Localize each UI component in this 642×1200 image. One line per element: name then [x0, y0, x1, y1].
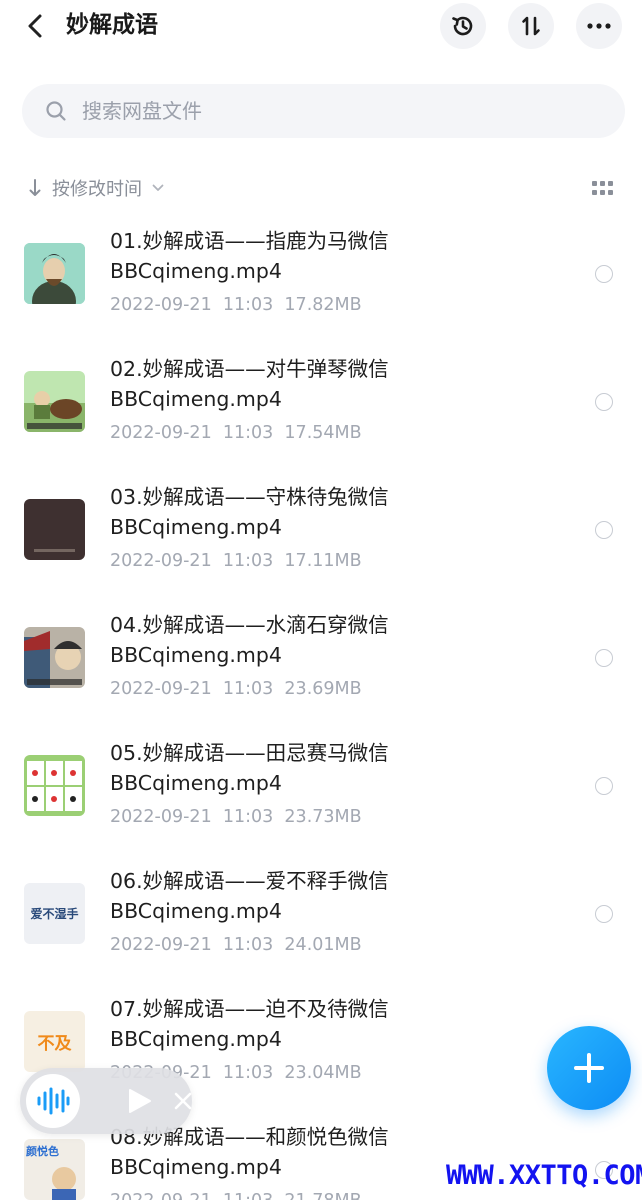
file-name: 05.妙解成语——田忌赛马微信 BBCqimeng.mp4 [110, 741, 389, 795]
select-radio[interactable] [595, 521, 613, 539]
file-meta: 2022-09-21 11:03 17.82MB [110, 295, 362, 315]
back-button[interactable] [22, 10, 50, 42]
file-meta: 2022-09-21 11:03 21.78MB [110, 1188, 362, 1200]
sort-button[interactable] [508, 3, 554, 49]
search-input[interactable] [82, 99, 582, 123]
search-icon [46, 101, 66, 121]
sort-dropdown[interactable]: 按修改时间 [28, 174, 164, 202]
plus-icon [574, 1053, 604, 1083]
play-icon[interactable] [124, 1088, 154, 1114]
file-meta: 2022-09-21 11:03 23.73MB [110, 807, 362, 827]
video-thumbnail [24, 627, 85, 688]
file-meta: 2022-09-21 11:03 24.01MB [110, 935, 362, 955]
file-name: 03.妙解成语——守株待兔微信 BBCqimeng.mp4 [110, 485, 389, 539]
file-name: 07.妙解成语——迫不及待微信 BBCqimeng.mp4 [110, 997, 389, 1051]
select-radio[interactable] [595, 265, 613, 283]
video-thumbnail [24, 371, 85, 432]
thumbnail-caption: 爱不湿手 [30, 907, 79, 921]
audio-wave-button[interactable] [26, 1074, 80, 1128]
video-thumbnail [24, 243, 85, 304]
arrow-down-icon [29, 179, 41, 196]
page-title: 妙解成语 [66, 12, 158, 38]
audio-wave-icon [37, 1087, 70, 1115]
grid-view-icon [592, 181, 613, 195]
thumbnail-caption: 不及 [37, 1034, 72, 1054]
file-meta: 2022-09-21 11:03 17.11MB [110, 551, 362, 571]
sort-label: 按修改时间 [52, 179, 142, 200]
add-button[interactable] [547, 1026, 631, 1110]
file-row[interactable]: 04.妙解成语——水滴石穿微信 BBCqimeng.mp4 2022-09-21 … [0, 596, 642, 724]
file-name: 01.妙解成语——指鹿为马微信 BBCqimeng.mp4 [110, 229, 389, 283]
search-bar[interactable] [22, 84, 625, 138]
more-button[interactable] [576, 3, 622, 49]
file-row[interactable]: 05.妙解成语——田忌赛马微信 BBCqimeng.mp4 2022-09-21 … [0, 724, 642, 852]
sort-arrows-icon [522, 16, 540, 36]
file-row[interactable]: 01.妙解成语——指鹿为马微信 BBCqimeng.mp4 2022-09-21 … [0, 212, 642, 340]
history-clock-icon [452, 16, 473, 36]
more-dots-icon [587, 23, 611, 29]
watermark-text: WWW.XXTTQ.COM [446, 1160, 642, 1191]
video-thumbnail [24, 755, 85, 816]
file-row[interactable]: 02.妙解成语——对牛弹琴微信 BBCqimeng.mp4 2022-09-21 … [0, 340, 642, 468]
history-button[interactable] [440, 3, 486, 49]
file-row[interactable]: 03.妙解成语——守株待兔微信 BBCqimeng.mp4 2022-09-21 … [0, 468, 642, 596]
video-thumbnail: 爱不湿手 [24, 883, 85, 944]
chevron-left-icon [28, 14, 42, 38]
file-name: 06.妙解成语——爱不释手微信 BBCqimeng.mp4 [110, 869, 389, 923]
chevron-down-icon [152, 184, 164, 191]
file-name: 04.妙解成语——水滴石穿微信 BBCqimeng.mp4 [110, 613, 389, 667]
select-radio[interactable] [595, 905, 613, 923]
select-radio[interactable] [595, 777, 613, 795]
video-thumbnail [24, 499, 85, 560]
file-meta: 2022-09-21 11:03 23.69MB [110, 679, 362, 699]
top-bar: 妙解成语 [0, 0, 642, 52]
file-row[interactable]: 爱不湿手 06.妙解成语——爱不释手微信 BBCqimeng.mp4 2022-0… [0, 852, 642, 980]
file-meta: 2022-09-21 11:03 17.54MB [110, 423, 362, 443]
video-thumbnail: 颜悦色 [24, 1139, 85, 1200]
close-icon[interactable] [172, 1090, 194, 1112]
select-radio[interactable] [595, 649, 613, 667]
grid-view-button[interactable] [592, 181, 614, 197]
file-name: 02.妙解成语——对牛弹琴微信 BBCqimeng.mp4 [110, 357, 389, 411]
video-thumbnail: 不及 [24, 1011, 85, 1072]
mini-player[interactable] [20, 1068, 192, 1134]
select-radio[interactable] [595, 393, 613, 411]
